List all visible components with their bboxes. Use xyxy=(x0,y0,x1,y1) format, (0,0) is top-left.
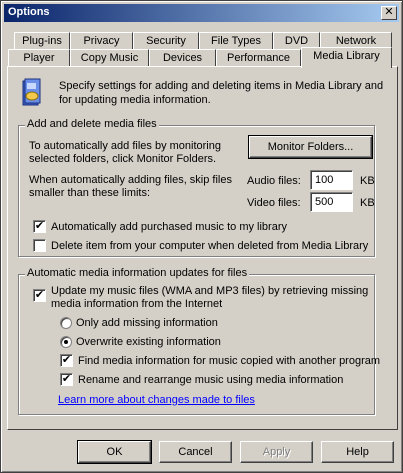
overwrite-existing-radio[interactable] xyxy=(60,336,72,348)
skip-text-line2: smaller than these limits: xyxy=(29,187,151,199)
help-button[interactable]: Help xyxy=(321,441,394,463)
update-files-label-line1[interactable]: Update my music files (WMA and MP3 files… xyxy=(51,285,368,297)
only-add-missing-label[interactable]: Only add missing information xyxy=(76,317,218,329)
audio-files-input[interactable]: 100 xyxy=(310,170,353,190)
apply-button[interactable]: Apply xyxy=(240,441,313,463)
cancel-button[interactable]: Cancel xyxy=(159,441,232,463)
monitor-text-line2: selected folders, click Monitor Folders. xyxy=(29,153,217,165)
check-icon: ✔ xyxy=(61,354,72,366)
close-icon: ✕ xyxy=(384,6,394,18)
close-button[interactable]: ✕ xyxy=(381,6,397,20)
check-icon: ✔ xyxy=(34,289,45,301)
ok-button[interactable]: OK xyxy=(77,440,152,464)
overwrite-existing-label[interactable]: Overwrite existing information xyxy=(76,336,221,348)
audio-files-label: Audio files: xyxy=(247,175,301,187)
radio-selected-dot xyxy=(64,340,68,344)
video-unit-label: KB xyxy=(360,197,375,209)
window-title: Options xyxy=(8,6,50,18)
delete-from-computer-checkbox[interactable] xyxy=(33,239,46,252)
media-library-panel: Specify settings for adding and deleting… xyxy=(7,66,398,430)
add-delete-group-title: Add and delete media files xyxy=(25,118,159,130)
video-files-label: Video files: xyxy=(247,197,301,209)
find-media-info-checkbox[interactable]: ✔ xyxy=(60,354,73,367)
video-files-input[interactable]: 500 xyxy=(310,192,353,212)
options-dialog: Options ✕ Plug-ins Privacy Security File… xyxy=(0,0,403,473)
intro-text-line1: Specify settings for adding and deleting… xyxy=(59,80,384,92)
check-icon: ✔ xyxy=(61,373,72,385)
intro-text-line2: for updating media information. xyxy=(59,94,211,106)
auto-update-group-title: Automatic media information updates for … xyxy=(25,267,250,279)
auto-add-purchased-checkbox[interactable]: ✔ xyxy=(33,220,46,233)
learn-more-link[interactable]: Learn more about changes made to files xyxy=(58,394,255,406)
media-library-icon xyxy=(21,78,43,108)
update-files-checkbox[interactable]: ✔ xyxy=(33,289,46,302)
tab-media-library[interactable]: Media Library xyxy=(301,47,392,68)
check-icon: ✔ xyxy=(34,220,45,232)
monitor-text-line1: To automatically add files by monitoring xyxy=(29,140,221,152)
skip-text-line1: When automatically adding files, skip fi… xyxy=(29,174,232,186)
find-media-info-label[interactable]: Find media information for music copied … xyxy=(78,355,380,367)
only-add-missing-radio[interactable] xyxy=(60,317,72,329)
update-files-label-line2[interactable]: media information from the Internet xyxy=(51,298,222,310)
delete-from-computer-label[interactable]: Delete item from your computer when dele… xyxy=(51,240,368,252)
rename-rearrange-checkbox[interactable]: ✔ xyxy=(60,373,73,386)
rename-rearrange-label[interactable]: Rename and rearrange music using media i… xyxy=(78,374,343,386)
title-bar[interactable]: Options ✕ xyxy=(4,4,399,22)
auto-add-purchased-label[interactable]: Automatically add purchased music to my … xyxy=(51,221,287,233)
audio-unit-label: KB xyxy=(360,175,375,187)
monitor-folders-button[interactable]: Monitor Folders... xyxy=(248,135,373,159)
